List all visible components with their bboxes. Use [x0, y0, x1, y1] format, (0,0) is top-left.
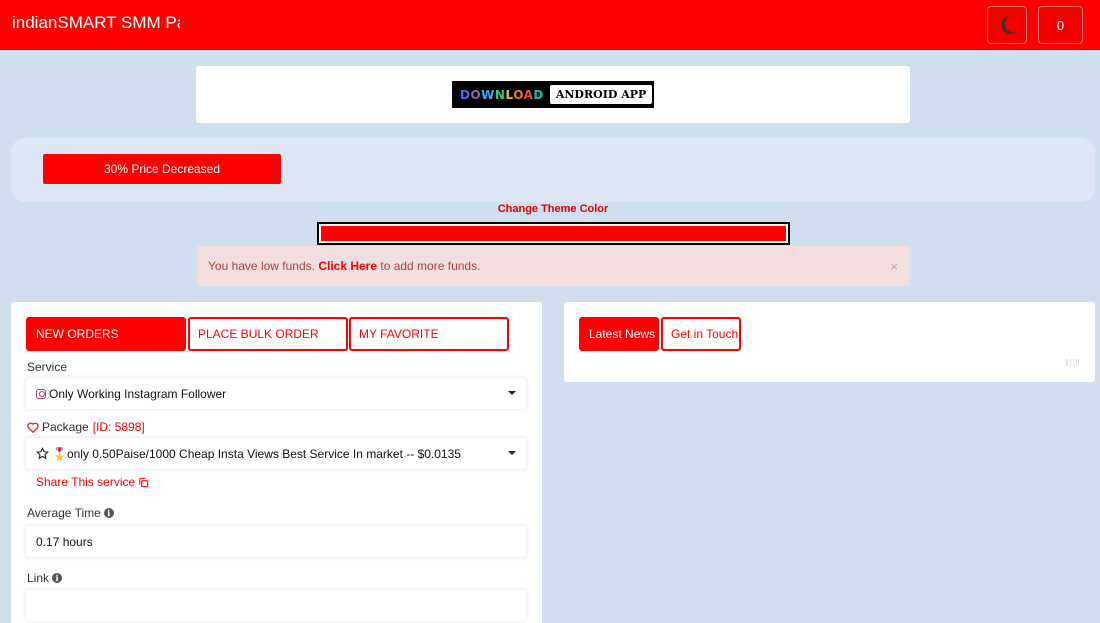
- share-service-link[interactable]: Share This service: [36, 475, 149, 489]
- news-card: Latest News Get in Touch: [564, 302, 1095, 382]
- link-input[interactable]: [26, 590, 526, 621]
- moon-icon: [1001, 16, 1016, 34]
- tab-place-bulk-order[interactable]: PLACE BULK ORDER: [188, 317, 348, 351]
- average-time-label: Average Time: [27, 506, 101, 520]
- theme-toggle-button[interactable]: [987, 6, 1027, 44]
- chevron-down-icon: [508, 451, 516, 455]
- theme-color-swatch: [321, 226, 786, 241]
- copy-icon: [139, 477, 149, 487]
- average-time-field: 0.17 hours: [26, 526, 526, 557]
- package-id: [ID: 5898]: [92, 420, 145, 434]
- theme-color-picker[interactable]: [317, 222, 790, 245]
- link-label-row: Link i: [27, 571, 63, 585]
- app-banner: DOWNLOAD ANDROID APP: [196, 66, 910, 123]
- instagram-icon: [36, 388, 46, 399]
- scroll-handle[interactable]: [1066, 359, 1079, 366]
- link-label: Link: [27, 571, 50, 585]
- top-navbar: indianSMART SMM Panel 0: [0, 0, 1100, 50]
- change-theme-label: Change Theme Color: [497, 203, 609, 215]
- download-android-app-button[interactable]: DOWNLOAD ANDROID APP: [452, 81, 654, 108]
- brand-title[interactable]: indianSMART SMM Panel: [12, 13, 180, 33]
- tab-get-in-touch[interactable]: Get in Touch: [661, 317, 741, 351]
- average-time-label-row: Average Time i: [27, 506, 114, 520]
- low-funds-alert: You have low funds. Click Here to add mo…: [197, 246, 910, 286]
- info-icon[interactable]: i: [52, 573, 63, 583]
- package-value: 🎖️only 0.50Paise/1000 Cheap Insta Views …: [52, 446, 461, 461]
- package-select[interactable]: 🎖️only 0.50Paise/1000 Cheap Insta Views …: [26, 438, 526, 469]
- tab-latest-news[interactable]: Latest News: [579, 317, 659, 351]
- heart-icon[interactable]: [27, 422, 39, 433]
- service-select[interactable]: Only Working Instagram Follower: [26, 378, 526, 409]
- info-icon[interactable]: i: [103, 508, 114, 518]
- alert-text: You have low funds.: [208, 259, 315, 273]
- tab-new-orders[interactable]: NEW ORDERS: [26, 317, 186, 351]
- new-order-card: NEW ORDERS PLACE BULK ORDER MY FAVORITE …: [11, 302, 542, 623]
- chevron-down-icon: [508, 391, 516, 395]
- promo-panel: 30% Price Decreased: [11, 138, 1095, 202]
- download-word: DOWNLOAD: [460, 87, 544, 102]
- star-icon[interactable]: [36, 447, 49, 460]
- service-value: Only Working Instagram Follower: [49, 386, 227, 401]
- alert-suffix: to add more funds.: [380, 259, 481, 273]
- add-funds-link[interactable]: Click Here: [318, 259, 377, 273]
- alert-close-icon[interactable]: ×: [890, 259, 898, 274]
- share-label: Share This service: [36, 475, 136, 489]
- price-decreased-button[interactable]: 30% Price Decreased: [43, 154, 281, 184]
- package-label: Package: [42, 420, 89, 434]
- service-label: Service: [27, 360, 68, 374]
- android-app-word: ANDROID APP: [549, 85, 653, 104]
- package-label-row: Package [ID: 5898]: [27, 420, 145, 434]
- tab-my-favorite[interactable]: MY FAVORITE: [349, 317, 509, 351]
- balance-button[interactable]: 0: [1038, 6, 1083, 44]
